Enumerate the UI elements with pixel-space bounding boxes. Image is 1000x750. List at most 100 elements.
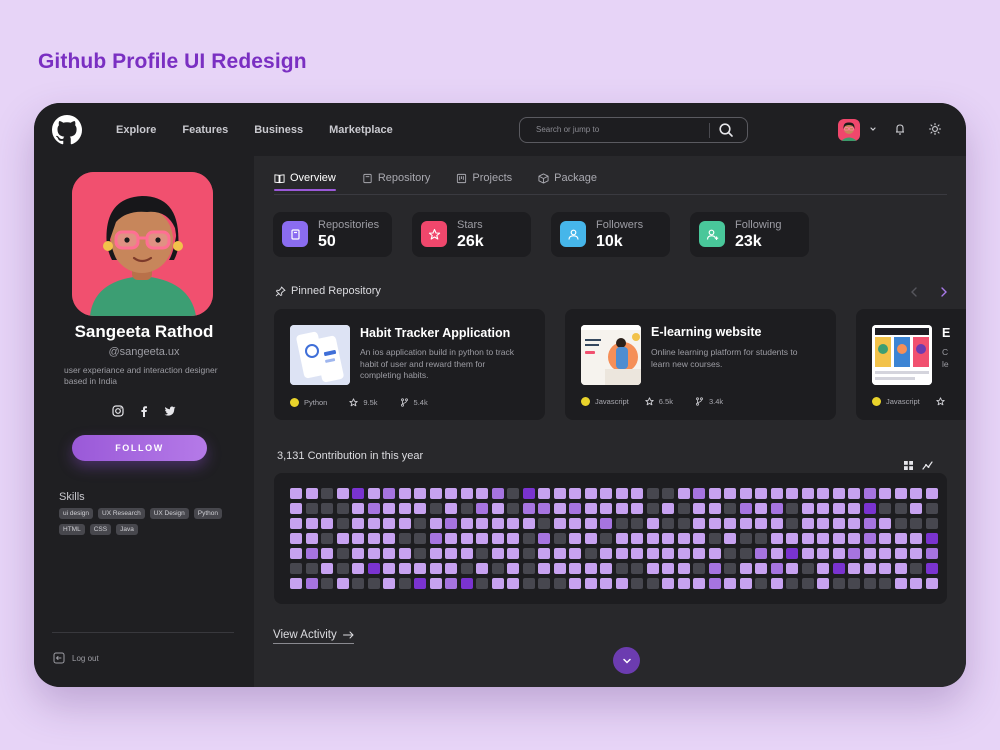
contribution-cell[interactable] bbox=[429, 488, 442, 499]
contribution-cell[interactable] bbox=[724, 548, 736, 559]
contribution-cell[interactable] bbox=[507, 503, 519, 514]
contribution-cell[interactable] bbox=[786, 563, 798, 574]
contribution-cell[interactable] bbox=[398, 548, 411, 559]
contribution-cell[interactable] bbox=[817, 578, 829, 589]
contribution-cell[interactable] bbox=[693, 533, 705, 544]
contribution-cell[interactable] bbox=[879, 488, 891, 499]
contribution-cell[interactable] bbox=[739, 548, 752, 559]
contribution-cell[interactable] bbox=[305, 488, 318, 499]
contribution-cell[interactable] bbox=[662, 548, 674, 559]
contribution-cell[interactable] bbox=[460, 563, 473, 574]
contribution-cell[interactable] bbox=[879, 563, 891, 574]
contribution-cell[interactable] bbox=[708, 518, 721, 529]
contribution-cell[interactable] bbox=[522, 518, 535, 529]
contribution-cell[interactable] bbox=[290, 578, 302, 589]
instagram-icon[interactable] bbox=[112, 405, 124, 417]
contribution-cell[interactable] bbox=[491, 533, 504, 544]
contribution-cell[interactable] bbox=[739, 578, 752, 589]
contribution-cell[interactable] bbox=[305, 503, 318, 514]
contribution-cell[interactable] bbox=[631, 563, 643, 574]
contribution-cell[interactable] bbox=[352, 533, 364, 544]
contribution-cell[interactable] bbox=[894, 533, 907, 544]
contribution-cell[interactable] bbox=[383, 563, 395, 574]
contribution-cell[interactable] bbox=[398, 533, 411, 544]
contribution-cell[interactable] bbox=[584, 503, 597, 514]
contribution-cell[interactable] bbox=[290, 503, 302, 514]
contribution-cell[interactable] bbox=[755, 533, 767, 544]
contribution-cell[interactable] bbox=[879, 518, 891, 529]
contribution-cell[interactable] bbox=[398, 503, 411, 514]
contribution-cell[interactable] bbox=[305, 518, 318, 529]
contribution-cell[interactable] bbox=[336, 488, 349, 499]
contribution-cell[interactable] bbox=[615, 533, 628, 544]
contribution-cell[interactable] bbox=[879, 578, 891, 589]
contribution-cell[interactable] bbox=[445, 488, 457, 499]
contribution-cell[interactable] bbox=[724, 563, 736, 574]
contribution-cell[interactable] bbox=[693, 518, 705, 529]
contribution-cell[interactable] bbox=[538, 488, 550, 499]
contribution-cell[interactable] bbox=[832, 563, 845, 574]
contribution-cell[interactable] bbox=[677, 533, 690, 544]
contribution-cell[interactable] bbox=[615, 518, 628, 529]
contribution-cell[interactable] bbox=[662, 563, 674, 574]
contribution-cell[interactable] bbox=[538, 578, 550, 589]
contribution-cell[interactable] bbox=[817, 563, 829, 574]
contribution-cell[interactable] bbox=[476, 563, 488, 574]
contribution-cell[interactable] bbox=[290, 548, 302, 559]
contribution-cell[interactable] bbox=[863, 503, 876, 514]
contribution-cell[interactable] bbox=[646, 533, 659, 544]
contribution-cell[interactable] bbox=[383, 548, 395, 559]
contribution-cell[interactable] bbox=[801, 518, 814, 529]
repo-card[interactable]: Habit Tracker Application An ios applica… bbox=[274, 309, 545, 420]
contribution-cell[interactable] bbox=[910, 563, 922, 574]
contribution-cell[interactable] bbox=[429, 533, 442, 544]
contribution-cell[interactable] bbox=[646, 488, 659, 499]
contribution-cell[interactable] bbox=[507, 563, 519, 574]
contribution-cell[interactable] bbox=[646, 548, 659, 559]
contribution-cell[interactable] bbox=[755, 488, 767, 499]
contribution-cell[interactable] bbox=[305, 578, 318, 589]
contribution-cell[interactable] bbox=[600, 533, 612, 544]
contribution-cell[interactable] bbox=[863, 578, 876, 589]
contribution-cell[interactable] bbox=[770, 548, 783, 559]
contribution-cell[interactable] bbox=[817, 488, 829, 499]
contribution-cell[interactable] bbox=[910, 503, 922, 514]
contribution-cell[interactable] bbox=[336, 578, 349, 589]
contribution-cell[interactable] bbox=[615, 548, 628, 559]
contribution-cell[interactable] bbox=[832, 488, 845, 499]
contribution-cell[interactable] bbox=[383, 533, 395, 544]
contribution-cell[interactable] bbox=[553, 578, 566, 589]
contribution-cell[interactable] bbox=[631, 503, 643, 514]
contribution-cell[interactable] bbox=[522, 503, 535, 514]
contribution-cell[interactable] bbox=[321, 518, 333, 529]
contribution-cell[interactable] bbox=[848, 533, 860, 544]
contribution-cell[interactable] bbox=[708, 578, 721, 589]
contribution-cell[interactable] bbox=[894, 563, 907, 574]
contribution-cell[interactable] bbox=[848, 488, 860, 499]
contribution-cell[interactable] bbox=[817, 503, 829, 514]
contribution-cell[interactable] bbox=[522, 563, 535, 574]
contribution-cell[interactable] bbox=[538, 503, 550, 514]
contribution-cell[interactable] bbox=[801, 563, 814, 574]
contribution-cell[interactable] bbox=[600, 578, 612, 589]
contribution-cell[interactable] bbox=[646, 563, 659, 574]
facebook-icon[interactable] bbox=[138, 405, 150, 417]
chevron-left-icon[interactable] bbox=[909, 286, 919, 298]
contribution-cell[interactable] bbox=[631, 533, 643, 544]
contribution-cell[interactable] bbox=[863, 563, 876, 574]
contribution-cell[interactable] bbox=[367, 578, 380, 589]
contribution-cell[interactable] bbox=[832, 503, 845, 514]
contribution-cell[interactable] bbox=[879, 548, 891, 559]
contribution-cell[interactable] bbox=[615, 503, 628, 514]
contribution-cell[interactable] bbox=[522, 548, 535, 559]
contribution-cell[interactable] bbox=[584, 533, 597, 544]
contribution-cell[interactable] bbox=[786, 533, 798, 544]
contribution-cell[interactable] bbox=[553, 488, 566, 499]
contribution-cell[interactable] bbox=[584, 548, 597, 559]
contribution-cell[interactable] bbox=[724, 578, 736, 589]
contribution-cell[interactable] bbox=[801, 578, 814, 589]
contribution-cell[interactable] bbox=[708, 503, 721, 514]
contribution-cell[interactable] bbox=[832, 548, 845, 559]
contribution-cell[interactable] bbox=[677, 518, 690, 529]
contribution-cell[interactable] bbox=[414, 518, 426, 529]
